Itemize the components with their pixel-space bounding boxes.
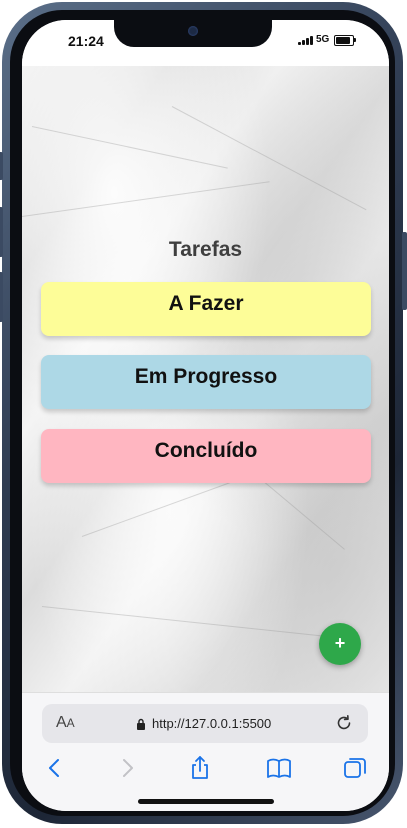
page-content: Tarefas A Fazer Em Progresso Concluído +: [22, 66, 389, 692]
volume-down-button: [0, 272, 3, 322]
add-task-button[interactable]: +: [319, 623, 361, 665]
browser-toolbar: AA http://127.0.0.1:5500: [22, 692, 389, 811]
paper-crease: [31, 126, 228, 169]
share-icon[interactable]: [187, 755, 213, 781]
camera-icon: [188, 26, 198, 36]
paper-crease: [171, 106, 367, 211]
address-bar[interactable]: AA http://127.0.0.1:5500: [42, 704, 368, 743]
screen: 21:24 5G Tarefas A Fazer Em Progresso Co…: [22, 20, 389, 811]
reload-icon[interactable]: [334, 713, 354, 733]
column-done-label: Concluído: [154, 439, 258, 462]
page-title: Tarefas: [168, 238, 243, 261]
battery-icon: [334, 35, 354, 46]
back-icon[interactable]: [42, 755, 68, 781]
column-todo-label: A Fazer: [168, 292, 244, 315]
tabs-icon[interactable]: [342, 755, 368, 781]
battery-fill: [336, 37, 350, 44]
network-label: 5G: [316, 34, 330, 45]
paper-crease: [22, 181, 270, 217]
url-text: http://127.0.0.1:5500: [152, 716, 272, 731]
power-button: [402, 232, 407, 310]
home-indicator: [138, 799, 274, 804]
column-in-progress-label: Em Progresso: [134, 365, 278, 388]
text-size-button[interactable]: AA: [56, 714, 75, 732]
silent-switch: [0, 152, 3, 180]
bookmarks-icon[interactable]: [266, 755, 292, 781]
notch: [114, 20, 272, 47]
column-done[interactable]: Concluído: [41, 429, 371, 483]
signal-icon: [298, 35, 314, 45]
forward-icon[interactable]: [114, 755, 140, 781]
lock-icon: [137, 718, 145, 730]
battery-nub: [354, 38, 356, 42]
status-bar: 21:24 5G: [22, 20, 389, 66]
paper-crease: [41, 606, 341, 639]
column-todo[interactable]: A Fazer: [41, 282, 371, 336]
volume-up-button: [0, 207, 3, 257]
column-in-progress[interactable]: Em Progresso: [41, 355, 371, 409]
status-time: 21:24: [68, 33, 104, 49]
